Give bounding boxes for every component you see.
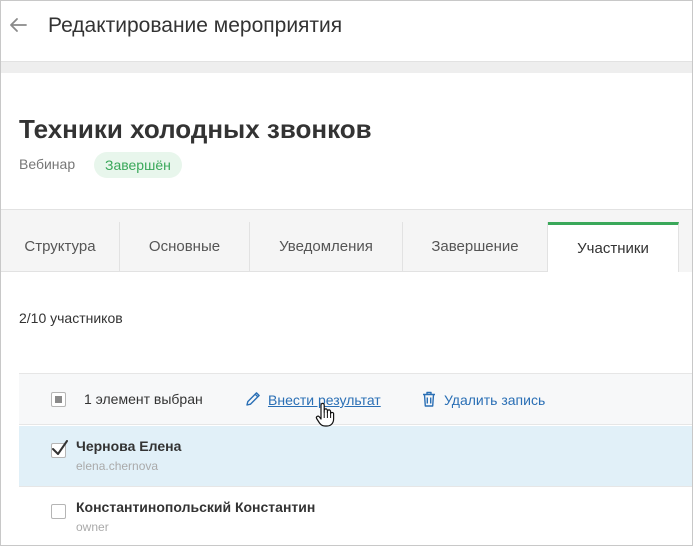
- delete-record-label: Удалить запись: [444, 392, 546, 408]
- pencil-icon: [244, 390, 262, 411]
- enter-result-label: Внести результат: [268, 392, 381, 408]
- selected-count-text: 1 элемент выбран: [84, 391, 203, 407]
- checkmark-icon: [52, 440, 68, 455]
- bulk-actions-toolbar: 1 элемент выбран Внести результат Удалит…: [19, 373, 692, 425]
- participants-count: 2/10 участников: [19, 310, 123, 326]
- trash-icon: [420, 390, 438, 411]
- participant-name: Чернова Елена: [76, 438, 182, 454]
- table-row[interactable]: Чернова Елена elena.chernova: [19, 426, 692, 487]
- tab-structure[interactable]: Структура: [1, 222, 120, 272]
- row-checkbox[interactable]: [51, 504, 66, 519]
- enter-result-button[interactable]: Внести результат: [244, 389, 381, 411]
- table-row[interactable]: Константинопольский Константин owner: [19, 487, 692, 546]
- tab-participants[interactable]: Участники: [548, 222, 679, 272]
- participant-login: owner: [76, 520, 109, 534]
- tab-completion[interactable]: Завершение: [403, 222, 548, 272]
- back-arrow-icon[interactable]: [7, 14, 29, 36]
- participant-login: elena.chernova: [76, 459, 159, 473]
- page-title: Редактирование мероприятия: [48, 14, 343, 37]
- tab-notifications[interactable]: Уведомления: [250, 222, 403, 272]
- event-type: Вебинар: [19, 156, 76, 172]
- participant-name: Константинопольский Константин: [76, 499, 316, 515]
- event-title: Техники холодных звонков: [19, 114, 372, 144]
- tab-main[interactable]: Основные: [120, 222, 250, 272]
- page-header: Редактирование мероприятия: [1, 1, 692, 55]
- select-all-checkbox[interactable]: [51, 392, 66, 407]
- status-badge: Завершён: [94, 152, 182, 178]
- row-checkbox[interactable]: [51, 440, 68, 458]
- header-divider-band: [1, 61, 692, 73]
- delete-record-button[interactable]: Удалить запись: [420, 389, 545, 411]
